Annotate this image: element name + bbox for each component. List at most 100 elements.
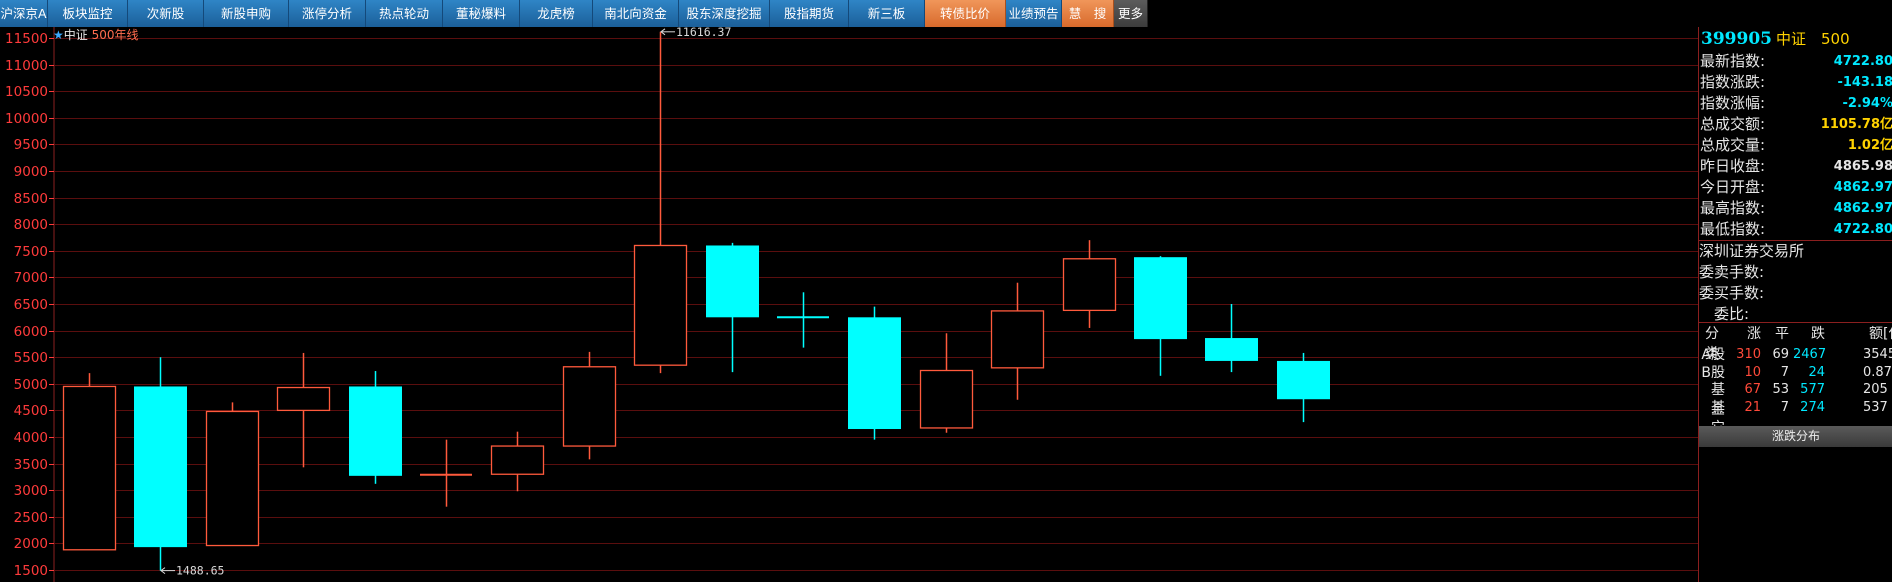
nav-tab[interactable]: 更多 [1114,0,1148,27]
y-tick-label: 7500 [14,244,48,260]
nav-tab[interactable]: 转债比价 [925,0,1006,27]
stat-label: 总成交量: [1700,136,1766,154]
candle-body [276,386,331,412]
y-tick-label: 11000 [5,58,48,74]
stat-row: 最低指数: 4722.80 [1699,219,1892,240]
y-tick-label: 2000 [14,536,48,552]
y-tick-label: 10500 [5,84,48,100]
candle-body [633,244,688,366]
y-tick-label: 5000 [14,377,48,393]
nav-tab[interactable]: 股指期货 [770,0,849,27]
y-tick-label: 3500 [14,457,48,473]
distribution-button[interactable]: 涨跌分布 [1699,426,1892,447]
nav-tab[interactable]: 次新股 [128,0,204,27]
candle-body [1134,257,1187,340]
candle-body [205,410,260,547]
stat-row: 昨日收盘: 4865.98 [1699,156,1892,177]
distribution-header-cell: 额[亿 [1869,326,1892,342]
candle-body [562,366,617,447]
stat-label: 最高指数: [1700,199,1766,217]
distribution-cell-down: 274 [1800,399,1825,415]
nav-tab[interactable]: 股东深度挖掘 [679,0,770,27]
divider [1699,322,1892,323]
distribution-header-cell: 平 [1775,326,1789,342]
stat-value: 4722.80 [1833,222,1892,237]
nav-tab[interactable]: 热点轮动 [366,0,443,27]
y-tick-label: 11500 [5,31,48,47]
nav-tab[interactable]: 新股申购 [204,0,289,27]
stat-value: 4722.80 [1833,54,1892,69]
candle-body [1205,338,1258,361]
candle-body [706,245,759,318]
y-tick-label: 5500 [14,350,48,366]
chart-legend: ★中证 500年线 [53,28,139,42]
y-tick-label: 9500 [14,137,48,153]
index-code: 399905 [1701,29,1772,49]
stat-row: 今日开盘: 4862.97 [1699,177,1892,198]
stat-label: 昨日收盘: [1700,157,1766,175]
candle-body [1062,258,1117,312]
nav-tab[interactable]: 南北向资金 [593,0,679,27]
nav-tab[interactable]: 新三板 [849,0,925,27]
stat-row: 总成交量: 1.02亿 [1699,135,1892,156]
distribution-header: 分类涨平跌额[亿 [1699,324,1892,362]
y-tick-label: 6500 [14,297,48,313]
y-tick-label: 4000 [14,430,48,446]
index-name: 中证 500 [1775,30,1850,48]
y-tick-label: 2500 [14,510,48,526]
y-tick-label: 4500 [14,403,48,419]
nav-tab[interactable]: 慧 搜 [1062,0,1114,27]
chart-svg: 1500 2000 2500 3000 3500 4000 4500 5000 5500 6000… [5,27,1698,582]
nav-tab[interactable]: 沪深京A [0,0,48,27]
legend-period: 500年线 [91,28,139,42]
legend-index-name: 中证 [63,28,88,42]
stat-label: 今日开盘: [1700,178,1766,196]
order-row: 委卖手数: [1699,263,1765,281]
top-nav: 沪深京A 板块监控 次新股 新股申购 涨停分析 热点轮动 董秘爆料 龙虎榜 南北向资金 股东深度挖… [0,0,1892,27]
y-tick-label: 10000 [5,111,48,127]
stat-label: 总成交额: [1700,115,1766,133]
candle-body [62,385,117,551]
y-tick-label: 7000 [14,270,48,286]
nav-tab[interactable]: 业绩预告 [1006,0,1062,27]
stat-value: 1.02亿 [1847,138,1892,153]
exchange-label: 深圳证券交易所 [1699,242,1805,260]
y-tick-label: 6000 [14,324,48,340]
candle-body [134,386,187,548]
annotation-label: 11616.37 [676,27,731,39]
stat-value: 1105.78亿 [1820,117,1892,132]
distribution-header-cell: 涨 [1747,326,1761,342]
nav-tab[interactable]: 董秘爆料 [443,0,520,27]
index-info-panel: 399905 中证 500 最新指数: 4722.80 指数涨跌: -143.18 指数涨… [1698,27,1892,582]
stat-label: 最低指数: [1700,220,1766,238]
candlestick-chart[interactable]: 1500 2000 2500 3000 3500 4000 4500 5000 5500 6000… [0,27,1698,582]
stat-label: 指数涨跌: [1700,73,1766,91]
distribution-row: 其它217274537 [1699,398,1892,436]
y-tick-label: 8500 [14,191,48,207]
nav-tab[interactable]: 涨停分析 [289,0,366,27]
star-icon: ★ [53,28,64,42]
distribution-cell-flat: 7 [1780,399,1789,415]
nav-tab[interactable]: 龙虎榜 [520,0,593,27]
candle-body [990,310,1045,369]
index-header: 399905 中证 500 [1701,28,1850,50]
annotation-label: 1488.65 [176,564,224,578]
nav-tab[interactable]: 板块监控 [48,0,128,27]
y-tick-label: 3000 [14,483,48,499]
y-tick-label: 8000 [14,217,48,233]
order-row: 委买手数: [1699,284,1765,302]
distribution-cell-amount: 537 [1863,399,1888,415]
candle-body [349,386,402,476]
stat-row: 总成交额: 1105.78亿 [1699,114,1892,135]
stat-row: 指数涨跌: -143.18 [1699,72,1892,93]
y-tick-label: 9000 [14,164,48,180]
stat-value: 4865.98 [1833,159,1892,174]
stat-label: 指数涨幅: [1700,94,1766,112]
candle-body [490,445,545,475]
candle-body [848,317,901,430]
stat-label: 最新指数: [1700,52,1766,70]
candle-body [919,369,974,429]
stat-value: -143.18 [1837,75,1892,90]
stat-value: 4862.97 [1833,180,1892,195]
stat-value: 4862.97 [1833,201,1892,216]
